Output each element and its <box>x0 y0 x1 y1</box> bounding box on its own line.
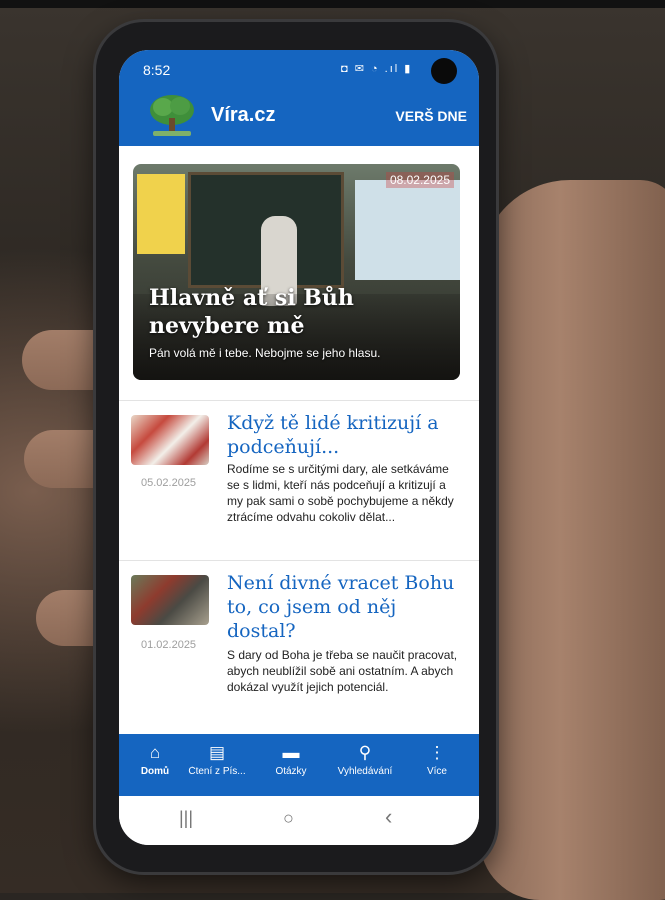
article-excerpt: S dary od Boha je třeba se naučit pracov… <box>227 648 458 694</box>
nav-search[interactable]: ⚲ Vyhledávání <box>329 742 401 777</box>
nav-label: Čtení z Pís... <box>188 766 246 777</box>
article-thumbnail <box>131 415 209 465</box>
featured-article-card[interactable]: 08.02.2025 Hlavně ať si Bůh nevybere mě … <box>133 164 460 380</box>
article-date: 01.02.2025 <box>141 639 197 651</box>
article-title[interactable]: Není divné vracet Bohu to, co jsem od ně… <box>227 571 457 643</box>
book-icon: ▤ <box>208 743 226 762</box>
chat-icon: ▬ <box>282 743 300 762</box>
nav-more[interactable]: ⋮ Více <box>401 742 473 777</box>
system-navigation-bar: ||| ○ ‹ <box>119 796 479 845</box>
back-button[interactable]: ‹ <box>385 804 392 830</box>
hand <box>480 180 665 900</box>
app-title: Víra.cz <box>211 104 276 126</box>
hero-image-map <box>355 180 460 280</box>
top-strip <box>0 0 665 8</box>
article-title[interactable]: Když tě lidé kritizují a podceňují... <box>227 411 457 459</box>
front-camera <box>431 58 457 84</box>
home-system-button[interactable]: ○ <box>283 808 294 829</box>
hero-subtitle: Pán volá mě i tebe. Nebojme se jeho hlas… <box>149 346 381 360</box>
nav-label: Vyhledávání <box>337 766 393 777</box>
status-bar: 8:52 ◘ ✉ ◔ .ıl ▮ <box>119 50 479 86</box>
phone-screen: 8:52 ◘ ✉ ◔ .ıl ▮ Víra.cz VERŠ DNE 08.02.… <box>119 50 479 845</box>
nav-questions[interactable]: ▬ Otázky <box>255 742 327 777</box>
verse-of-day-button[interactable]: VERŠ DNE <box>395 108 467 124</box>
more-icon: ⋮ <box>428 743 446 762</box>
hero-date: 08.02.2025 <box>385 172 454 188</box>
article-excerpt: Rodíme se s určitými dary, ale setkáváme… <box>227 462 454 524</box>
tree-logo-icon[interactable] <box>147 92 197 138</box>
recents-button[interactable]: ||| <box>179 808 193 829</box>
article-list-item[interactable]: 05.02.2025 Když tě lidé kritizují a podc… <box>119 400 479 561</box>
search-icon: ⚲ <box>358 743 372 762</box>
article-list-item[interactable]: 01.02.2025 Není divné vracet Bohu to, co… <box>119 560 479 735</box>
article-thumbnail <box>131 575 209 625</box>
hero-image-poster <box>137 174 185 254</box>
nav-scripture-reading[interactable]: ▤ Čtení z Pís... <box>181 742 253 777</box>
bottom-navigation: ⌂ Domů ▤ Čtení z Pís... ▬ Otázky ⚲ Vyhle… <box>119 734 479 796</box>
hero-title: Hlavně ať si Bůh nevybere mě <box>149 285 354 339</box>
nav-label: Otázky <box>275 766 307 777</box>
status-time: 8:52 <box>143 62 171 78</box>
article-date: 05.02.2025 <box>141 477 197 489</box>
app-bar: Víra.cz VERŠ DNE <box>119 86 479 146</box>
status-icons: ◘ ✉ ◔ .ıl ▮ <box>341 63 413 75</box>
nav-label: Více <box>426 766 447 777</box>
